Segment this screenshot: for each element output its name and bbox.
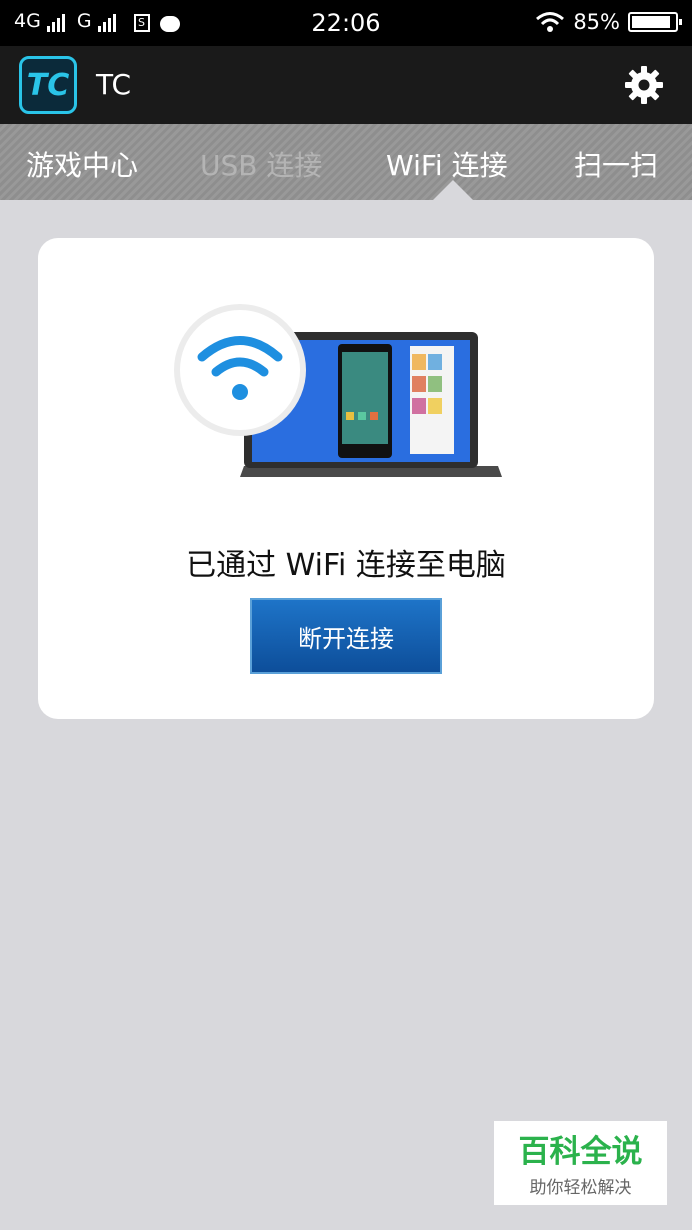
app-bar: TC TC [0,46,692,124]
disconnect-button[interactable]: 断开连接 [250,598,442,674]
wifi-status-icon [536,12,565,32]
connection-status-message: 已通过 WiFi 连接至电脑 [186,548,506,583]
tab-scan[interactable]: 扫一扫 [574,144,658,184]
selected-tab-indicator [433,180,473,200]
wifi-laptop-illustration [174,304,502,477]
battery-percent: 85% [573,10,620,34]
app-logo: TC [19,56,77,114]
watermark-subtitle: 助你轻松解决 [529,1178,632,1198]
tab-wifi-connect[interactable]: WiFi 连接 [386,144,508,184]
tab-bar: 游戏中心 USB 连接 WiFi 连接 扫一扫 [0,124,692,200]
battery-icon [628,12,682,32]
watermark: 百科全说 助你轻松解决 [494,1121,667,1205]
status-bar: 4G G S 22:06 85% [0,0,692,46]
gear-icon[interactable] [624,65,664,105]
tab-usb-connect[interactable]: USB 连接 [200,144,322,184]
app-title: TC [96,68,132,101]
tab-game-center[interactable]: 游戏中心 [26,144,138,184]
watermark-title: 百科全说 [518,1134,643,1170]
connection-card: 已通过 WiFi 连接至电脑 断开连接 [38,238,654,719]
app-logo-text: TC [26,67,70,103]
